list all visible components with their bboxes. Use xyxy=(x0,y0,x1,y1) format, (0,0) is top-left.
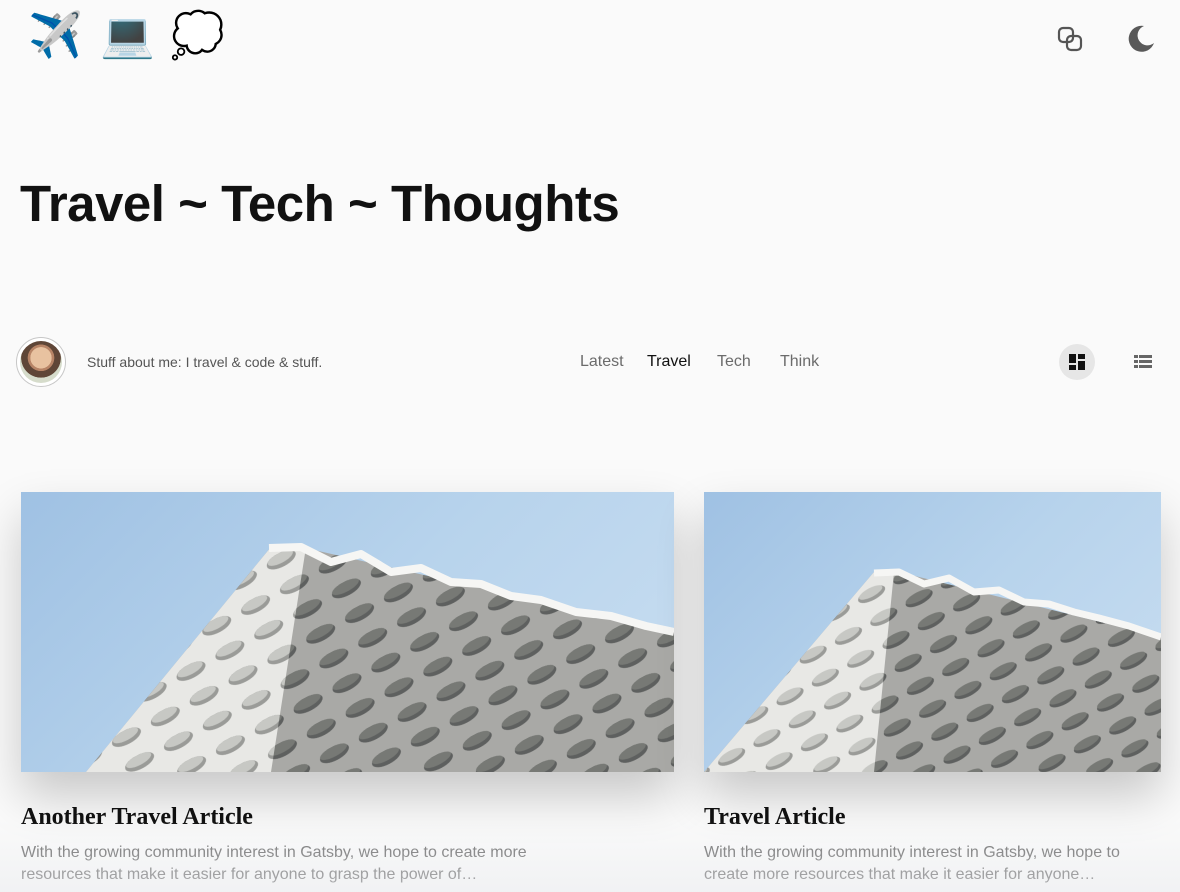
laptop-icon[interactable]: 💻 xyxy=(100,8,155,64)
grid-view-icon xyxy=(1069,354,1085,370)
thought-bubble-icon[interactable]: 💭 xyxy=(170,8,225,64)
copy-icon xyxy=(1057,26,1083,52)
article-image xyxy=(21,492,674,772)
category-tabs: Latest Travel Tech Think xyxy=(0,340,1180,384)
article-image xyxy=(704,492,1161,772)
tab-tech[interactable]: Tech xyxy=(717,343,751,381)
grid-view-button[interactable] xyxy=(1059,344,1095,380)
article-title[interactable]: Another Travel Article xyxy=(21,803,674,831)
tab-travel[interactable]: Travel xyxy=(647,343,691,381)
article-title[interactable]: Travel Article xyxy=(704,803,1161,831)
article-card[interactable]: Another Travel Article With the growing … xyxy=(21,492,674,886)
article-excerpt: With the growing community interest in G… xyxy=(704,844,1120,883)
page-title: Travel ~ Tech ~ Thoughts xyxy=(20,175,620,232)
top-bar: ✈️ 💻 💭 xyxy=(0,0,1180,80)
list-view-button[interactable] xyxy=(1125,344,1161,380)
tab-think[interactable]: Think xyxy=(780,343,819,381)
tab-latest[interactable]: Latest xyxy=(580,343,624,381)
airplane-icon[interactable]: ✈️ xyxy=(28,8,83,64)
copy-button[interactable] xyxy=(1051,18,1091,58)
moon-icon xyxy=(1128,25,1154,52)
list-view-icon xyxy=(1134,355,1152,368)
article-excerpt: With the growing community interest in G… xyxy=(21,844,527,883)
dark-mode-toggle[interactable] xyxy=(1121,18,1161,58)
article-card[interactable]: Travel Article With the growing communit… xyxy=(704,492,1161,886)
